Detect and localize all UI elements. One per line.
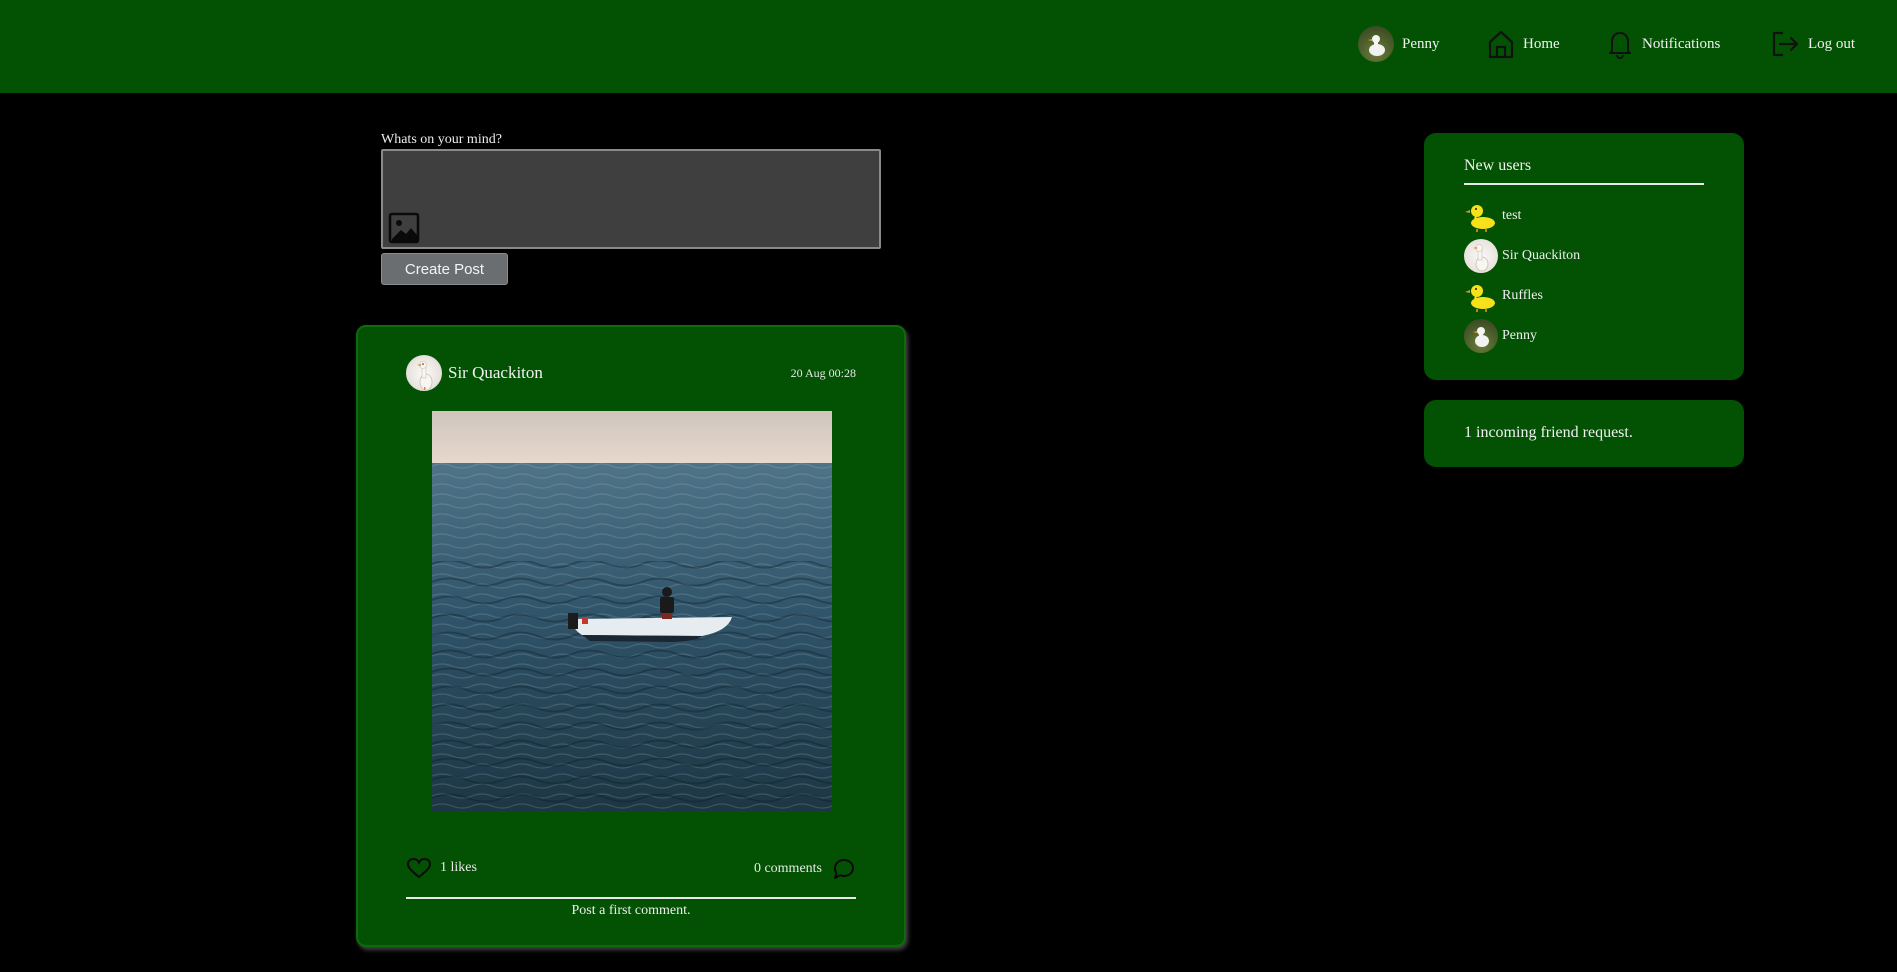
post-author-link[interactable]: Sir Quackiton bbox=[406, 355, 543, 391]
nav-notifications-label: Notifications bbox=[1642, 35, 1721, 52]
profile-avatar bbox=[1358, 26, 1394, 62]
add-image-button[interactable] bbox=[388, 212, 420, 244]
yellow-duck-avatar bbox=[1464, 279, 1498, 313]
comments-count: 0 comments bbox=[753, 861, 822, 876]
comment-icon[interactable] bbox=[832, 857, 856, 881]
post-timestamp: 20 Aug 00:28 bbox=[790, 366, 856, 380]
new-user-name: test bbox=[1502, 208, 1522, 223]
home-icon bbox=[1488, 30, 1514, 59]
nav-home-label: Home bbox=[1523, 35, 1560, 52]
bell-icon bbox=[1609, 32, 1631, 59]
new-user-item[interactable]: Sir Quackiton bbox=[1464, 239, 1580, 273]
friend-requests-panel: 1 incoming friend request. bbox=[1424, 400, 1744, 467]
nav-home-link[interactable]: Home bbox=[1487, 26, 1560, 62]
post-text-input[interactable] bbox=[383, 151, 879, 247]
logout-icon bbox=[1772, 31, 1799, 57]
top-navbar: Penny Home Notifications Log out bbox=[0, 0, 1897, 93]
nav-logout-link[interactable]: Log out bbox=[1770, 26, 1855, 62]
new-user-name: Sir Quackiton bbox=[1502, 248, 1581, 263]
post-image bbox=[432, 411, 832, 811]
image-icon bbox=[388, 212, 420, 244]
post-author-name: Sir Quackiton bbox=[448, 363, 543, 382]
white-duck-avatar bbox=[1464, 239, 1498, 273]
nav-logout-label: Log out bbox=[1808, 35, 1856, 52]
nav-notifications-link[interactable]: Notifications bbox=[1606, 26, 1720, 62]
yellow-duck-avatar bbox=[1464, 199, 1498, 233]
new-users-title: New users bbox=[1464, 157, 1532, 174]
composer-box bbox=[381, 149, 881, 249]
author-avatar bbox=[406, 355, 442, 391]
new-user-item[interactable]: Penny bbox=[1464, 319, 1537, 353]
duck-photo-avatar bbox=[1464, 319, 1498, 353]
likes-area: 1 likes bbox=[406, 857, 477, 879]
new-users-divider bbox=[1464, 183, 1704, 185]
likes-count: 1 likes bbox=[440, 860, 477, 875]
post-card: Sir Quackiton 20 Aug 00:28 1 likes 0 com… bbox=[356, 325, 906, 947]
post-divider bbox=[406, 897, 856, 899]
heart-icon[interactable] bbox=[406, 857, 432, 879]
new-user-item[interactable]: test bbox=[1464, 199, 1521, 233]
nav-profile-name: Penny bbox=[1402, 35, 1440, 52]
new-user-item[interactable]: Ruffles bbox=[1464, 279, 1543, 313]
new-users-panel: New users test Sir Quackiton Ruffles Pen… bbox=[1424, 133, 1744, 380]
new-user-name: Ruffles bbox=[1502, 288, 1543, 303]
empty-comments-message: Post a first comment. bbox=[571, 903, 691, 918]
create-post-button[interactable]: Create Post bbox=[381, 253, 508, 285]
composer-label: Whats on your mind? bbox=[381, 132, 502, 147]
nav-profile-link[interactable]: Penny bbox=[1358, 26, 1440, 62]
comments-area: 0 comments bbox=[754, 857, 856, 881]
friend-requests-link[interactable]: 1 incoming friend request. bbox=[1464, 424, 1633, 442]
new-user-name: Penny bbox=[1502, 328, 1537, 343]
